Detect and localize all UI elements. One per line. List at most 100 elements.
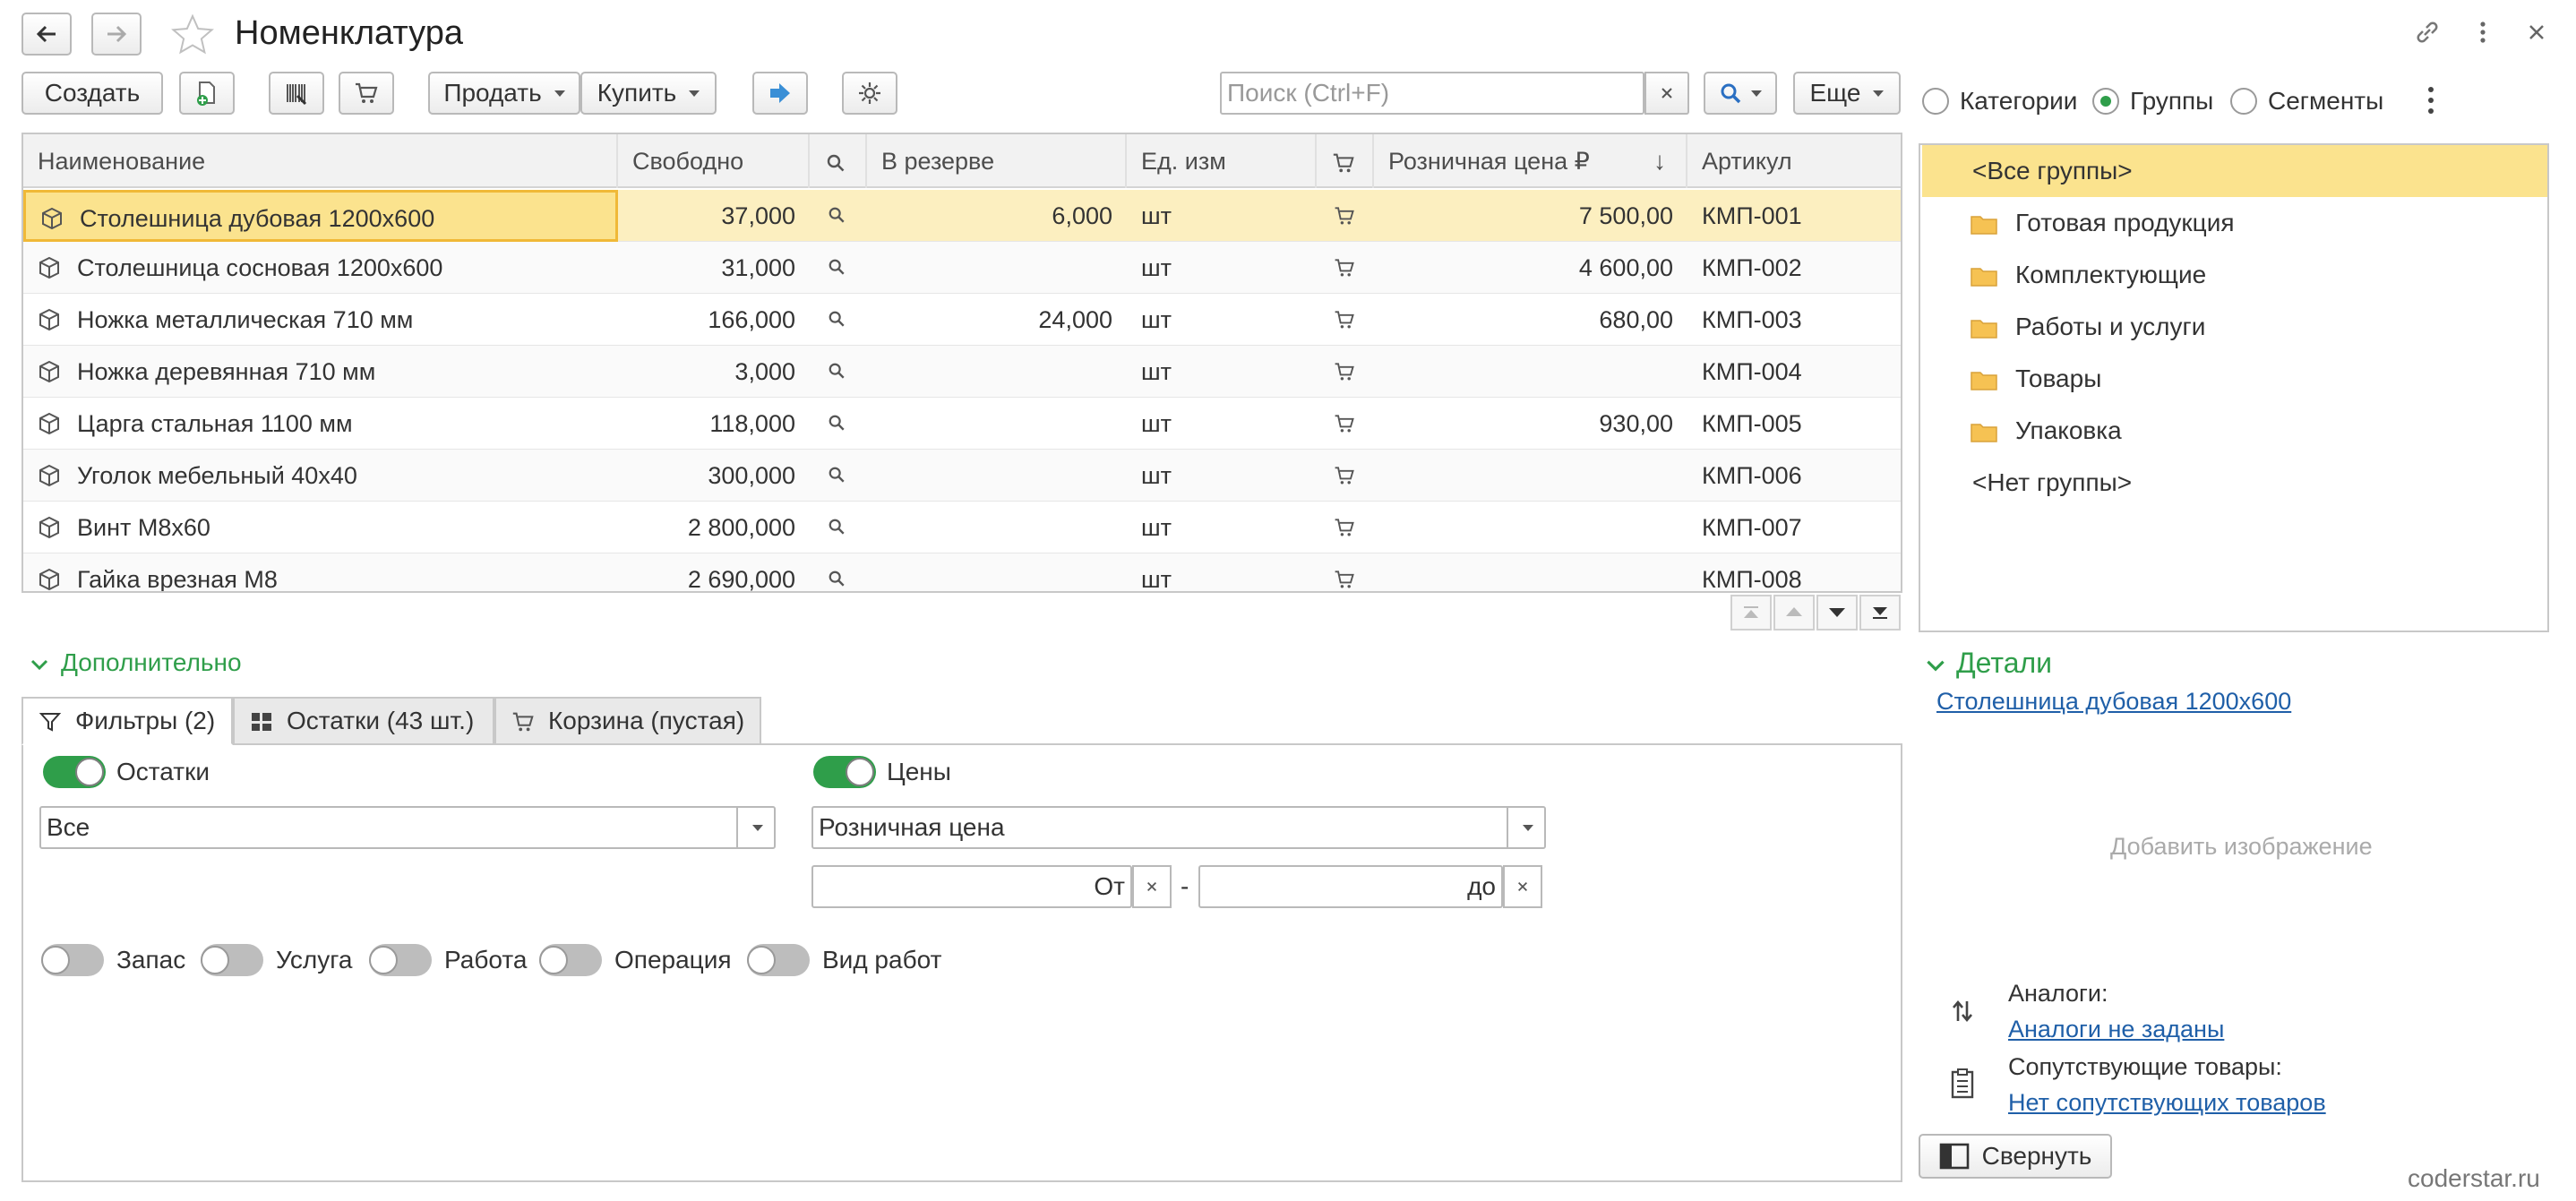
details-item-link[interactable]: Столешница дубовая 1200х600 (1936, 688, 2291, 716)
group-item[interactable]: Товары (1922, 353, 2547, 405)
cell-unit[interactable]: шт (1127, 242, 1317, 294)
barcode-button[interactable] (269, 72, 324, 115)
cell-reserve[interactable] (867, 346, 1127, 398)
group-item[interactable]: <Все группы> (1922, 145, 2547, 197)
favorite-star-icon[interactable] (170, 13, 215, 57)
mode-segments-label[interactable]: Сегменты (2268, 87, 2383, 116)
create-button[interactable]: Создать (21, 72, 163, 115)
column-header-name[interactable]: Наименование (23, 134, 618, 188)
mode-groups-radio[interactable] (2092, 88, 2119, 115)
cell-unit[interactable]: шт (1127, 553, 1317, 591)
buy-dropdown-button[interactable]: Купить (580, 72, 717, 115)
cell-cart[interactable] (1317, 242, 1374, 294)
flag-toggle[interactable] (201, 944, 263, 976)
flag-toggle[interactable] (41, 944, 104, 976)
cell-search[interactable] (810, 553, 867, 591)
flag-toggle[interactable] (747, 944, 810, 976)
cell-free[interactable]: 118,000 (618, 398, 810, 450)
flag-toggle[interactable] (369, 944, 432, 976)
chevron-down-icon[interactable] (27, 652, 52, 677)
table-row[interactable]: Столешница сосновая 1200х600 31,000 шт 4 60… (23, 242, 1901, 294)
flag-toggle[interactable] (539, 944, 602, 976)
cell-free[interactable]: 2 800,000 (618, 502, 810, 553)
additional-section-title[interactable]: Дополнительно (61, 648, 242, 677)
column-header-reserve[interactable]: В резерве (867, 134, 1127, 188)
price-from-input[interactable]: От (811, 865, 1132, 908)
group-item[interactable]: Комплектующие (1922, 249, 2547, 301)
cell-name[interactable]: Столешница сосновая 1200х600 (23, 242, 618, 294)
chevron-down-icon[interactable] (736, 808, 774, 847)
cell-name[interactable]: Винт М8х60 (23, 502, 618, 553)
cell-price[interactable] (1374, 450, 1687, 502)
collapse-button[interactable]: Свернуть (1919, 1134, 2112, 1179)
scroll-first-button[interactable] (1730, 595, 1772, 631)
cell-unit[interactable]: шт (1127, 502, 1317, 553)
more-button[interactable]: Еще (1793, 72, 1901, 115)
cell-reserve[interactable] (867, 502, 1127, 553)
cell-free[interactable]: 300,000 (618, 450, 810, 502)
cell-price[interactable] (1374, 346, 1687, 398)
cell-unit[interactable]: шт (1127, 190, 1317, 242)
cell-sku[interactable]: КМП-006 (1687, 450, 1901, 502)
mode-segments-radio[interactable] (2230, 88, 2257, 115)
create-copy-button[interactable] (179, 72, 235, 115)
mode-categories-label[interactable]: Категории (1960, 87, 2077, 116)
cell-search[interactable] (810, 294, 867, 346)
price-type-select[interactable]: Розничная цена (811, 806, 1546, 849)
column-header-search[interactable] (810, 134, 867, 188)
cell-name[interactable]: Ножка металлическая 710 мм (23, 294, 618, 346)
details-section-title[interactable]: Детали (1956, 647, 2052, 680)
cell-cart[interactable] (1317, 346, 1374, 398)
table-row[interactable]: Ножка металлическая 710 мм 166,000 24,000 ш… (23, 294, 1901, 346)
mode-categories-radio[interactable] (1922, 88, 1949, 115)
group-item[interactable]: Работы и услуги (1922, 301, 2547, 353)
cell-free[interactable]: 2 690,000 (618, 553, 810, 591)
cell-free[interactable]: 3,000 (618, 346, 810, 398)
cell-unit[interactable]: шт (1127, 294, 1317, 346)
cell-cart[interactable] (1317, 398, 1374, 450)
tab-stock[interactable]: Остатки (43 шт.) (233, 697, 494, 745)
cell-reserve[interactable] (867, 242, 1127, 294)
cell-sku[interactable]: КМП-002 (1687, 242, 1901, 294)
stock-toggle[interactable] (43, 756, 106, 788)
cell-name[interactable]: Ножка деревянная 710 мм (23, 346, 618, 398)
analogs-link[interactable]: Аналоги не заданы (2008, 1016, 2224, 1043)
column-header-free[interactable]: Свободно (618, 134, 810, 188)
cell-free[interactable]: 166,000 (618, 294, 810, 346)
table-row[interactable]: Столешница дубовая 1200х600 37,000 6,000 шт… (23, 190, 1901, 242)
cell-cart[interactable] (1317, 553, 1374, 591)
goto-button[interactable] (752, 72, 808, 115)
scroll-up-button[interactable] (1773, 595, 1815, 631)
back-button[interactable] (21, 13, 72, 56)
add-image-placeholder[interactable]: Добавить изображение (2110, 833, 2373, 861)
column-header-cart[interactable] (1317, 134, 1374, 188)
tab-cart[interactable]: Корзина (пустая) (494, 697, 761, 745)
cell-reserve[interactable]: 24,000 (867, 294, 1127, 346)
column-header-sku[interactable]: Артикул (1687, 134, 1901, 188)
stock-filter-select[interactable]: Все (39, 806, 776, 849)
cell-price[interactable]: 680,00 (1374, 294, 1687, 346)
cell-sku[interactable]: КМП-005 (1687, 398, 1901, 450)
cell-cart[interactable] (1317, 502, 1374, 553)
cell-cart[interactable] (1317, 450, 1374, 502)
group-item[interactable]: Упаковка (1922, 405, 2547, 457)
cart-button[interactable] (339, 72, 394, 115)
cell-search[interactable] (810, 398, 867, 450)
group-item[interactable]: <Нет группы> (1922, 457, 2547, 509)
scroll-down-button[interactable] (1816, 595, 1858, 631)
cell-reserve[interactable] (867, 450, 1127, 502)
table-row[interactable]: Ножка деревянная 710 мм 3,000 шт КМП-004 (23, 346, 1901, 398)
cell-name[interactable]: Царга стальная 1100 мм (23, 398, 618, 450)
price-to-input[interactable]: до (1198, 865, 1503, 908)
window-menu-icon[interactable] (2469, 18, 2497, 47)
panel-menu-icon[interactable] (2417, 84, 2445, 116)
scroll-last-button[interactable] (1859, 595, 1901, 631)
link-icon[interactable] (2413, 18, 2442, 47)
column-header-price[interactable]: Розничная цена ₽ ↓ (1374, 134, 1687, 188)
related-link[interactable]: Нет сопутствующих товаров (2008, 1089, 2326, 1117)
cell-sku[interactable]: КМП-003 (1687, 294, 1901, 346)
cell-cart[interactable] (1317, 294, 1374, 346)
forward-button[interactable] (91, 13, 142, 56)
cell-name[interactable]: Столешница дубовая 1200х600 (23, 190, 618, 242)
cell-name[interactable]: Уголок мебельный 40х40 (23, 450, 618, 502)
